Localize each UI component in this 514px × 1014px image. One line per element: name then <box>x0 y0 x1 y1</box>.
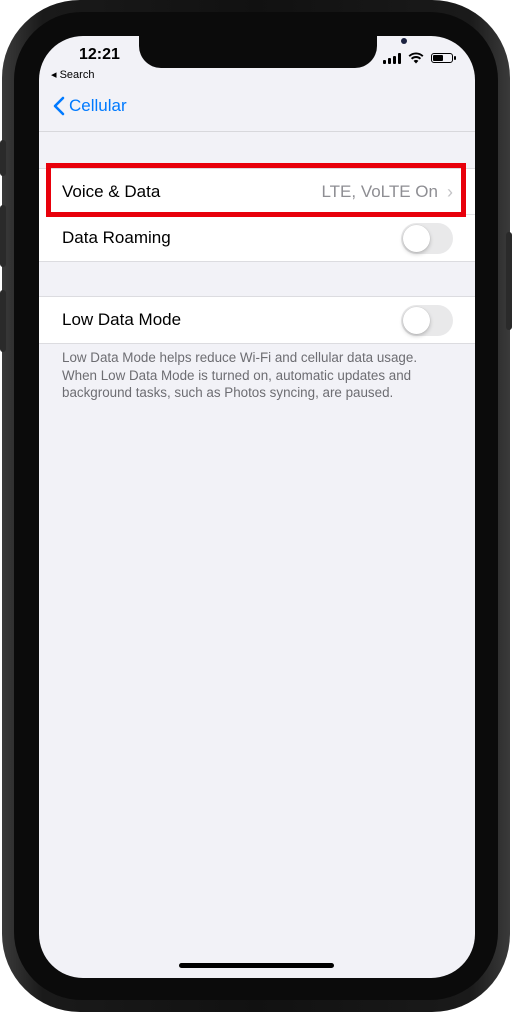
battery-icon <box>431 53 456 63</box>
action-button <box>0 140 6 176</box>
cellular-signal-icon <box>383 52 401 64</box>
back-button-label: Cellular <box>69 96 127 115</box>
status-time: 12:21 <box>79 46 120 63</box>
low-data-mode-label: Low Data Mode <box>62 310 182 329</box>
chevron-left-icon <box>53 96 65 116</box>
low-data-mode-footnote: Low Data Mode helps reduce Wi-Fi and cel… <box>62 350 418 400</box>
back-button[interactable]: Cellular <box>53 96 127 116</box>
home-indicator[interactable] <box>179 963 334 968</box>
low-data-group: Low Data Mode <box>39 296 475 344</box>
power-button <box>506 232 512 330</box>
notch <box>139 36 407 68</box>
data-roaming-label: Data Roaming <box>62 228 171 247</box>
volume-up-button <box>0 205 6 267</box>
status-back-link[interactable]: ◂ Search <box>51 68 94 81</box>
data-roaming-row: Data Roaming <box>39 215 475 261</box>
volume-down-button <box>0 290 6 352</box>
toggle-knob <box>403 306 430 334</box>
toggle-knob <box>403 224 430 252</box>
battery-fill <box>433 55 443 61</box>
camera-icon <box>401 38 407 44</box>
low-data-mode-toggle[interactable] <box>401 304 453 336</box>
highlight-box <box>46 163 466 217</box>
low-data-mode-row: Low Data Mode <box>39 297 475 343</box>
navigation-bar: Cellular <box>39 86 475 132</box>
data-roaming-toggle[interactable] <box>401 222 453 254</box>
status-icons <box>383 52 456 64</box>
nav-divider <box>39 131 475 132</box>
wifi-icon <box>408 52 424 64</box>
